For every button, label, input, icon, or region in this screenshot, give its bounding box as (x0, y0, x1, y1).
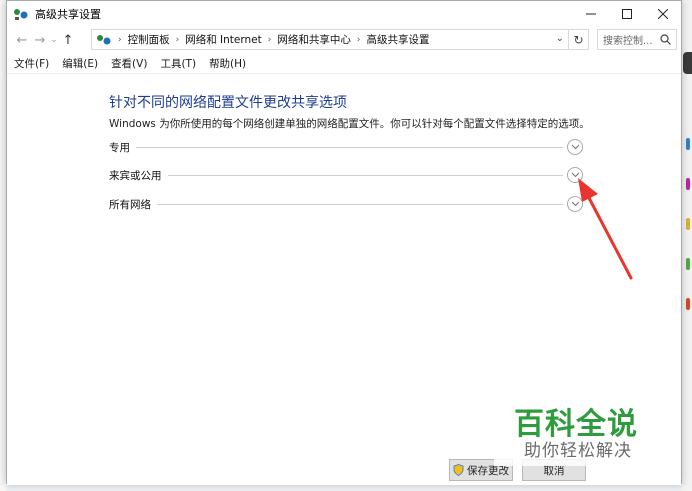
menu-help[interactable]: 帮助(H) (209, 56, 246, 71)
page-title: 针对不同的网络配置文件更改共享选项 (109, 95, 347, 111)
page-description: Windows 为你所使用的每个网络创建单独的网络配置文件。你可以针对每个配置文… (109, 118, 590, 130)
watermark-sub-text: 助你轻松解决 (524, 441, 632, 461)
breadcrumb-separator-icon: › (175, 34, 180, 45)
minimize-button[interactable] (573, 1, 609, 27)
menu-bar: 文件(F) 编辑(E) 查看(V) 工具(T) 帮助(H) (7, 54, 681, 72)
arrow-left-icon: ← (16, 32, 28, 48)
breadcrumb-advanced-sharing[interactable]: 高级共享设置 (366, 32, 429, 47)
breadcrumb-separator-icon: › (267, 34, 272, 45)
section-divider (136, 146, 563, 148)
close-button[interactable] (645, 1, 681, 27)
navigation-bar: ← → ⌄ ↑ › 控制面板 › 网络和 Internet › 网络和共享中心 … (7, 27, 681, 53)
title-bar: 高级共享设置 (7, 1, 681, 27)
shield-icon (453, 464, 464, 476)
refresh-icon: ↻ (573, 32, 584, 47)
forward-button[interactable]: → (31, 30, 49, 50)
section-all-networks[interactable]: 所有网络 (109, 195, 583, 213)
window-title: 高级共享设置 (35, 8, 101, 21)
menu-tools[interactable]: 工具(T) (160, 56, 196, 71)
section-label: 所有网络 (109, 196, 157, 212)
chevron-down-icon[interactable]: ⌄ (556, 33, 564, 44)
chevron-down-icon (571, 201, 579, 207)
section-label: 来宾或公用 (109, 167, 168, 183)
search-placeholder: 搜索控制... (603, 36, 653, 47)
recent-locations-button[interactable]: ⌄ (49, 30, 59, 50)
breadcrumb-separator-icon: › (118, 34, 122, 45)
minimize-icon (586, 13, 596, 15)
chevron-down-icon (571, 144, 579, 150)
desktop-app-icon (686, 178, 690, 190)
search-input[interactable]: 搜索控制... (597, 29, 677, 50)
network-icon (14, 9, 28, 20)
breadcrumb-network-internet[interactable]: 网络和 Internet (185, 32, 262, 47)
search-icon (660, 34, 671, 45)
desktop-avatar-icon (683, 52, 692, 74)
back-button[interactable]: ← (13, 30, 31, 50)
menu-view[interactable]: 查看(V) (111, 56, 147, 71)
arrow-right-icon: → (34, 32, 46, 48)
menu-edit[interactable]: 编辑(E) (62, 56, 98, 71)
up-button[interactable]: ↑ (59, 30, 77, 50)
desktop-app-icon (686, 258, 690, 270)
address-bar[interactable]: › 控制面板 › 网络和 Internet › 网络和共享中心 › 高级共享设置… (91, 29, 569, 50)
section-private[interactable]: 专用 (109, 138, 583, 156)
chevron-down-icon: ⌄ (50, 35, 58, 45)
network-icon (97, 34, 111, 44)
maximize-icon (622, 9, 632, 19)
desktop-app-icon (686, 218, 690, 230)
expand-button[interactable] (567, 196, 583, 212)
expand-button[interactable] (567, 139, 583, 155)
section-guest-public[interactable]: 来宾或公用 (109, 166, 583, 184)
breadcrumb-network-sharing-center[interactable]: 网络和共享中心 (277, 32, 351, 47)
section-divider (167, 174, 563, 176)
maximize-button[interactable] (609, 1, 645, 27)
expand-button[interactable] (567, 167, 583, 183)
refresh-button[interactable]: ↻ (569, 29, 589, 50)
close-icon (658, 9, 668, 19)
desktop-app-icon (686, 138, 690, 150)
section-divider (157, 203, 563, 205)
menu-file[interactable]: 文件(F) (14, 56, 49, 71)
section-label: 专用 (109, 139, 136, 155)
chevron-down-icon (571, 172, 579, 178)
breadcrumb-separator-icon: › (356, 34, 361, 45)
desktop-app-icon (686, 298, 690, 310)
arrow-up-icon: ↑ (62, 32, 74, 48)
watermark-logo: 百科全说 助你轻松解决 (494, 396, 668, 466)
breadcrumb-control-panel[interactable]: 控制面板 (128, 32, 170, 47)
